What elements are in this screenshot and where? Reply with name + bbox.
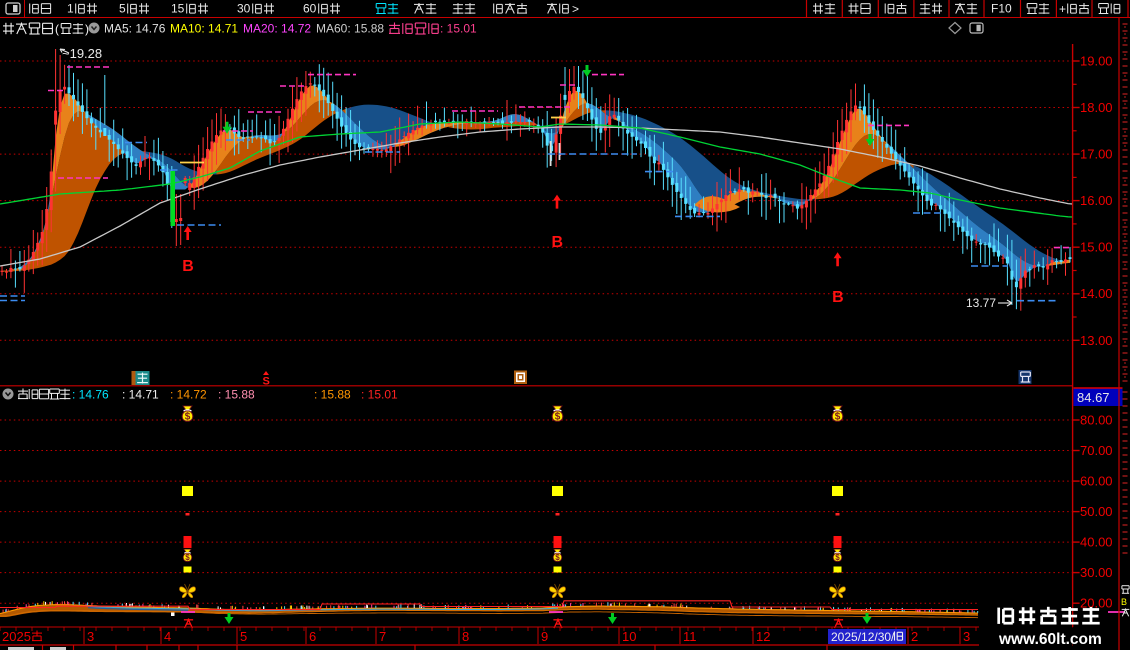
svg-text:$: $: [555, 412, 561, 423]
svg-text:MA20: 14.72: MA20: 14.72: [243, 22, 311, 36]
svg-text:84.67: 84.67: [1077, 390, 1110, 405]
svg-text:7: 7: [379, 629, 386, 644]
svg-text:: 15.88: : 15.88: [218, 388, 255, 402]
svg-text:13.00: 13.00: [1080, 333, 1113, 348]
svg-text:: 14.72: : 14.72: [170, 388, 207, 402]
svg-text:~19.28: ~19.28: [62, 46, 102, 61]
svg-text:50.00: 50.00: [1080, 504, 1113, 519]
svg-text:MA5: 14.76: MA5: 14.76: [104, 22, 166, 36]
svg-text:>: >: [572, 2, 579, 16]
svg-text:15: 15: [171, 2, 185, 16]
svg-text:B: B: [832, 289, 844, 306]
svg-text:MA10: 14.71: MA10: 14.71: [170, 22, 238, 36]
svg-text:9: 9: [541, 629, 548, 644]
svg-text:16.00: 16.00: [1080, 193, 1113, 208]
svg-text:8: 8: [462, 629, 469, 644]
svg-text:F10: F10: [991, 2, 1012, 16]
svg-text:: 15.01: : 15.01: [440, 22, 477, 36]
svg-text:11: 11: [683, 629, 697, 644]
svg-text:30: 30: [237, 2, 251, 16]
svg-text:): ): [85, 22, 89, 36]
svg-text:80.00: 80.00: [1080, 413, 1113, 428]
svg-text:3: 3: [87, 629, 94, 644]
svg-text:3: 3: [963, 629, 970, 644]
svg-text:$: $: [185, 553, 190, 562]
svg-text:12: 12: [756, 629, 770, 644]
svg-text:: 14.71: : 14.71: [122, 388, 159, 402]
svg-text:15.00: 15.00: [1080, 240, 1113, 255]
svg-text:$: $: [835, 412, 841, 423]
svg-text:14.00: 14.00: [1080, 286, 1113, 301]
svg-text:2: 2: [911, 629, 918, 644]
svg-text:60.00: 60.00: [1080, 474, 1113, 489]
svg-text:19.00: 19.00: [1080, 54, 1113, 69]
svg-text:40.00: 40.00: [1080, 535, 1113, 550]
svg-text:$: $: [185, 412, 191, 423]
svg-text:2025: 2025: [2, 629, 31, 644]
svg-text:1: 1: [67, 2, 74, 16]
svg-text:5: 5: [240, 629, 247, 644]
svg-text:B: B: [182, 258, 194, 275]
svg-text:: 14.76: : 14.76: [72, 388, 109, 402]
svg-text:: 15.01: : 15.01: [361, 388, 398, 402]
svg-text:6: 6: [309, 629, 316, 644]
svg-text:10: 10: [622, 629, 636, 644]
svg-text:$: $: [835, 553, 840, 562]
svg-text:17.00: 17.00: [1080, 147, 1113, 162]
svg-text:www.60lt.com: www.60lt.com: [998, 631, 1102, 648]
svg-text:13.77: 13.77: [966, 296, 996, 310]
svg-text:B: B: [552, 234, 564, 251]
svg-text:: 15.88: : 15.88: [314, 388, 351, 402]
svg-text:60: 60: [303, 2, 317, 16]
svg-text:2025/12/30/: 2025/12/30/: [831, 630, 895, 644]
svg-text:30.00: 30.00: [1080, 565, 1113, 580]
svg-text:$: $: [555, 553, 560, 562]
svg-text:+: +: [1059, 2, 1066, 16]
svg-text:5: 5: [119, 2, 126, 16]
svg-text:18.00: 18.00: [1080, 100, 1113, 115]
svg-text:MA60: 15.88: MA60: 15.88: [316, 22, 384, 36]
svg-text:(: (: [55, 22, 59, 36]
svg-text:B: B: [1121, 597, 1127, 607]
svg-text:4: 4: [164, 629, 171, 644]
svg-text:70.00: 70.00: [1080, 443, 1113, 458]
